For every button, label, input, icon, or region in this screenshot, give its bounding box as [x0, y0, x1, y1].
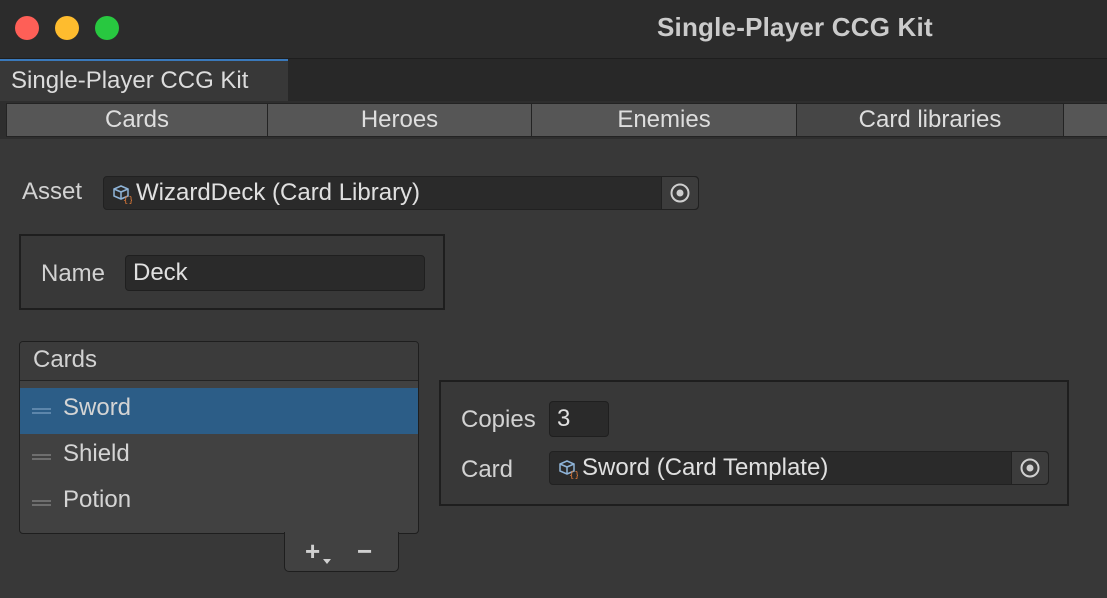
- scriptable-object-icon: {}: [113, 185, 132, 204]
- list-item[interactable]: Potion: [20, 480, 418, 526]
- drag-handle-icon[interactable]: [32, 408, 51, 414]
- scriptable-object-icon: {}: [559, 460, 578, 479]
- window-tab[interactable]: Single-Player CCG Kit: [0, 59, 288, 101]
- drag-handle-icon[interactable]: [32, 454, 51, 460]
- card-picker-button[interactable]: [1011, 452, 1048, 484]
- tab-enemies[interactable]: Enemies: [531, 103, 797, 137]
- plus-icon: +: [305, 536, 321, 566]
- asset-label: Asset: [22, 178, 83, 205]
- asset-picker-button[interactable]: [661, 177, 698, 209]
- remove-item-button[interactable]: −: [351, 536, 385, 568]
- asset-object-field[interactable]: {} WizardDeck (Card Library): [103, 176, 699, 210]
- list-item-label: Potion: [63, 486, 132, 513]
- object-picker-icon: [670, 183, 690, 203]
- close-window-button[interactable]: [15, 16, 39, 40]
- name-label: Name: [41, 260, 106, 287]
- drag-handle-icon[interactable]: [32, 500, 51, 506]
- tab-card-libraries[interactable]: Card libraries: [796, 103, 1064, 137]
- name-group-box: Name Deck: [19, 234, 445, 310]
- section-toolbar: Cards Heroes Enemies Card libraries: [0, 101, 1107, 139]
- dropdown-arrow-icon: [323, 559, 331, 564]
- cards-list: Cards Sword Shield Potion: [19, 341, 419, 534]
- copies-input[interactable]: 3: [549, 401, 609, 437]
- list-item[interactable]: Shield: [20, 434, 418, 480]
- copies-label: Copies: [461, 406, 536, 433]
- window-tab-strip: Single-Player CCG Kit: [0, 59, 1107, 101]
- tab-cards[interactable]: Cards: [6, 103, 268, 137]
- maximize-window-button[interactable]: [95, 16, 119, 40]
- list-item[interactable]: Sword: [20, 388, 418, 434]
- card-object-field[interactable]: {} Sword (Card Template): [549, 451, 1049, 485]
- card-entry-details: Copies 3 Card {} Sword (Card Template): [439, 380, 1069, 506]
- list-item-label: Sword: [63, 394, 132, 421]
- card-label: Card: [461, 456, 514, 483]
- list-item-label: Shield: [63, 440, 130, 467]
- tab-overflow[interactable]: [1063, 103, 1107, 137]
- tab-heroes[interactable]: Heroes: [267, 103, 532, 137]
- svg-text:{}: {}: [569, 471, 578, 479]
- object-picker-icon: [1020, 458, 1040, 478]
- minus-icon: −: [357, 536, 373, 566]
- card-value: Sword (Card Template): [582, 454, 829, 481]
- add-item-button[interactable]: +: [301, 536, 335, 568]
- cards-list-title: Cards: [33, 346, 98, 373]
- window-title: Single-Player CCG Kit: [657, 12, 933, 42]
- cards-list-footer: + −: [284, 532, 399, 572]
- name-input[interactable]: Deck: [125, 255, 425, 291]
- minimize-window-button[interactable]: [55, 16, 79, 40]
- asset-value: WizardDeck (Card Library): [136, 179, 421, 206]
- cards-list-header: Cards: [20, 342, 418, 381]
- title-bar: Single-Player CCG Kit: [0, 0, 1107, 59]
- svg-text:{}: {}: [123, 196, 132, 204]
